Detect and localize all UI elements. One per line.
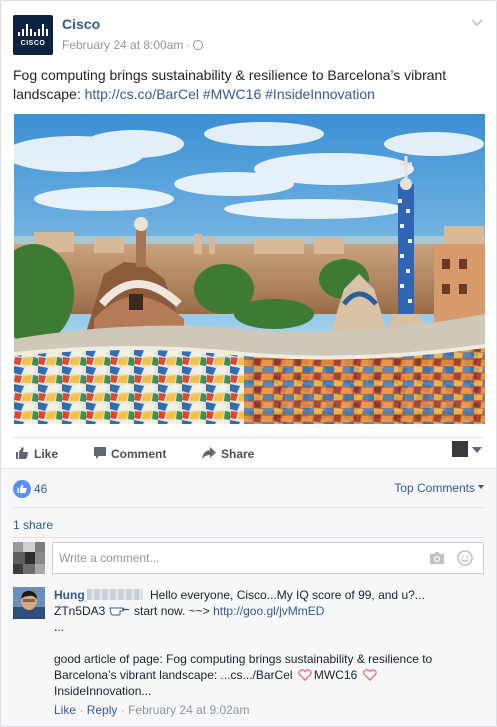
comment-link[interactable]: http://goo.gl/jvMmED	[213, 604, 324, 618]
comment-text-3c: InsideInnovation...	[54, 684, 152, 698]
post-text: Fog computing brings sustainability & re…	[13, 66, 483, 104]
comment-reply-link[interactable]: Reply	[87, 703, 118, 717]
comment-paragraph-2: good article of page: Fog computing brin…	[54, 651, 484, 699]
comment-button[interactable]: Comment	[93, 446, 183, 462]
post-header: CISCO Cisco February 24 at 8:00am ·	[13, 13, 484, 57]
heart-icon	[362, 669, 377, 681]
comment-ellipsis: ...	[54, 620, 65, 634]
caret-down-icon	[472, 447, 482, 453]
post-meta: February 24 at 8:00am ·	[62, 38, 204, 52]
cisco-logo-text: CISCO	[20, 40, 46, 47]
cisco-logo-bars	[18, 24, 48, 36]
hashtag-mwc16[interactable]: #MWC16	[203, 86, 261, 102]
comment-input[interactable]	[59, 543, 409, 573]
comment-composer[interactable]	[52, 542, 484, 574]
share-label: Share	[221, 447, 255, 461]
comment-line-1: Hung Hello everyone, Cisco...My IQ score…	[54, 587, 484, 603]
post-card: CISCO Cisco February 24 at 8:00am · Fog c…	[0, 0, 497, 727]
like-count: 46	[34, 482, 48, 496]
like-label: Like	[34, 447, 59, 461]
pointing-hand-icon	[109, 607, 129, 616]
comment-line-2: ZTn5DA3 start now. ~~> http://goo.gl/jvM…	[54, 603, 484, 619]
comment-action-sep: ·	[79, 703, 84, 717]
post-link[interactable]: http://cs.co/BarCel	[85, 86, 199, 102]
share-as-selector[interactable]	[452, 441, 484, 463]
comment-timestamp[interactable]: February 24 at 9:02am	[128, 703, 249, 717]
like-badge-icon	[13, 480, 31, 498]
caret-down-icon	[478, 485, 484, 489]
post-timestamp[interactable]: February 24 at 8:00am	[62, 38, 183, 52]
current-user-avatar[interactable]	[13, 542, 45, 574]
share-count-link[interactable]: 1 share	[13, 518, 53, 532]
comment-body: Hung Hello everyone, Cisco...My IQ score…	[54, 587, 484, 699]
comment-actions: Like · Reply · February 24 at 9:02am	[54, 703, 249, 717]
comment-like-link[interactable]: Like	[54, 703, 76, 717]
comment-text-2b: start now. ~~>	[130, 604, 214, 618]
comment-text-3b: MWC16	[313, 668, 358, 682]
feedback-section: 46 Top Comments 1 share Write a comment.…	[1, 468, 496, 726]
redacted-name	[86, 589, 143, 600]
like-button[interactable]: Like	[15, 446, 65, 462]
thumbs-up-icon	[16, 447, 29, 459]
page-name-link[interactable]: Cisco	[62, 16, 100, 32]
meta-separator: ·	[186, 38, 191, 52]
hashtag-insideinnovation[interactable]: #InsideInnovation	[265, 86, 375, 102]
camera-icon[interactable]	[429, 551, 445, 565]
comment-label: Comment	[111, 447, 167, 461]
comment-action-sep: ·	[120, 703, 125, 717]
top-comments-dropdown[interactable]: Top Comments	[394, 481, 484, 495]
barcelona-park-guell-image	[14, 114, 485, 424]
cisco-logo[interactable]: CISCO	[13, 15, 53, 55]
divider	[13, 537, 484, 538]
comment-icon	[94, 447, 106, 459]
emoji-smile-icon[interactable]	[457, 550, 473, 566]
heart-icon	[298, 669, 312, 681]
commenter-avatar[interactable]	[13, 587, 45, 619]
viewer-avatar	[452, 441, 468, 457]
comment-text-1: Hello everyone, Cisco...My IQ score of 9…	[150, 588, 425, 602]
comment-text-2a: ZTn5DA3	[54, 604, 106, 618]
share-button[interactable]: Share	[201, 446, 271, 462]
post-image[interactable]	[14, 114, 485, 424]
share-arrow-icon	[202, 447, 216, 459]
chevron-down-icon[interactable]	[470, 15, 484, 29]
globe-icon	[193, 40, 204, 50]
post-action-bar: Like Comment Share	[13, 437, 484, 467]
top-comments-label: Top Comments	[394, 481, 475, 495]
commenter-name[interactable]: Hung	[54, 588, 85, 602]
divider	[13, 507, 484, 508]
